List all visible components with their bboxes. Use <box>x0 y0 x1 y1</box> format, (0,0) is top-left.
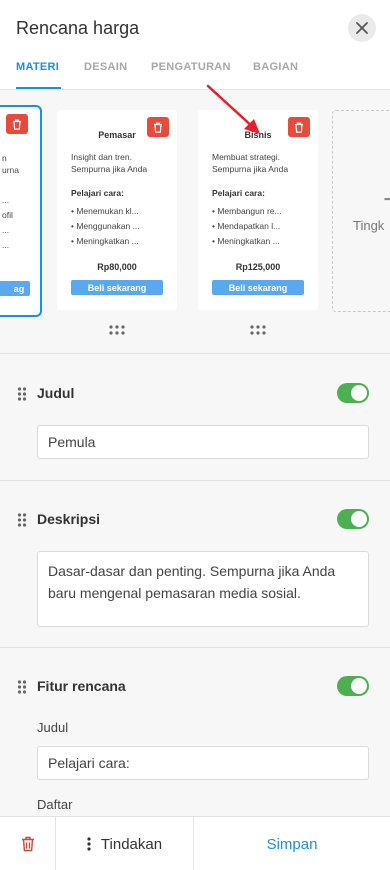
drag-handle-icon[interactable] <box>17 680 27 694</box>
plan-feature: ofil <box>2 210 13 220</box>
plan-card[interactable]: n urna ofil ... ... ... ag <box>0 105 42 317</box>
plan-features-title: Pelajari cara: <box>71 188 124 198</box>
buy-now-button[interactable]: Beli sekarang <box>212 280 304 295</box>
section-fitur-rencana: Fitur rencana Judul Pelajari cara: Dafta… <box>0 649 390 816</box>
close-button[interactable] <box>348 14 376 42</box>
section-title: Deskripsi <box>37 511 101 527</box>
section-judul: Judul Pemula <box>0 355 390 481</box>
section-deskripsi: Deskripsi Dasar-dasar dan penting. Sempu… <box>0 482 390 648</box>
fitur-toggle[interactable] <box>337 676 369 696</box>
delete-plan-button[interactable] <box>6 114 28 134</box>
actions-label: Tindakan <box>100 835 163 853</box>
plan-card-pemasar[interactable]: Pemasar Insight dan tren. Sempurna jika A… <box>57 110 177 310</box>
close-icon <box>356 22 368 34</box>
section-title: Fitur rencana <box>37 678 126 694</box>
tab-desain[interactable]: DESAIN <box>84 61 127 73</box>
actions-button[interactable]: Tindakan <box>56 817 194 870</box>
plan-feature: • Mendapatkan l... <box>212 221 281 231</box>
tab-bagian[interactable]: BAGIAN <box>253 61 298 73</box>
add-plan-label: Tingk <box>353 218 385 233</box>
plan-features-title: Pelajari cara: <box>212 188 265 198</box>
deskripsi-toggle[interactable] <box>337 509 369 529</box>
plan-description: Membuat strategi. Sempurna jika Anda <box>212 152 289 174</box>
save-button[interactable]: Simpan <box>194 817 390 870</box>
plan-feature: • Menemukan kl... <box>71 206 139 216</box>
panel-title: Rencana harga <box>16 18 140 38</box>
plan-feature: • Meningkatkan ... <box>212 236 280 246</box>
drag-handle-icon[interactable] <box>107 324 127 336</box>
plan-price: Rp125,000 <box>235 262 281 272</box>
fitur-judul-label: Judul <box>37 720 69 735</box>
plan-cards-carousel: n urna ofil ... ... ... ag Pemasar Insigh… <box>0 90 390 354</box>
delete-button[interactable] <box>0 817 56 870</box>
tab-materi[interactable]: MATERI <box>16 61 59 73</box>
plus-icon: + <box>383 183 390 217</box>
trash-icon <box>13 119 21 130</box>
plan-price: Rp80,000 <box>97 262 137 272</box>
plan-feature: ... <box>2 195 10 205</box>
drag-handle-icon[interactable] <box>17 513 27 527</box>
plan-feature: ... <box>2 240 10 250</box>
section-title: Judul <box>37 385 75 401</box>
judul-toggle[interactable] <box>337 383 369 403</box>
judul-input[interactable]: Pemula <box>37 425 369 459</box>
panel-header: Rencana harga MATERI DESAIN PENGATURAN B… <box>0 0 390 90</box>
active-tab-indicator <box>16 87 61 89</box>
trash-icon <box>21 836 34 852</box>
buy-now-button[interactable]: ag <box>0 281 30 296</box>
annotation-arrow-icon <box>206 84 260 134</box>
fitur-daftar-label: Daftar <box>37 797 73 812</box>
buy-now-button[interactable]: Beli sekarang <box>71 280 163 295</box>
drag-handle-icon[interactable] <box>17 387 27 401</box>
plan-feature: • Meningkatkan ... <box>71 236 139 246</box>
tab-pengaturan[interactable]: PENGATURAN <box>151 61 231 73</box>
plan-feature: • Menggunakan ... <box>71 221 140 231</box>
deskripsi-textarea[interactable]: Dasar-dasar dan penting. Sempurna jika A… <box>37 551 369 627</box>
plan-name: Pemasar <box>98 130 136 140</box>
drag-handle-icon[interactable] <box>248 324 268 336</box>
plan-feature: ... <box>2 225 10 235</box>
plan-feature: • Membangun re... <box>212 206 282 216</box>
plan-description: Insight dan tren. Sempurna jika Anda <box>71 152 148 174</box>
kebab-menu-icon <box>87 837 91 851</box>
tab-bar: MATERI DESAIN PENGATURAN BAGIAN <box>0 61 390 90</box>
add-plan-card[interactable]: + Tingk <box>332 110 390 312</box>
footer-toolbar: Tindakan Simpan <box>0 816 390 870</box>
fitur-judul-input[interactable]: Pelajari cara: <box>37 746 369 780</box>
